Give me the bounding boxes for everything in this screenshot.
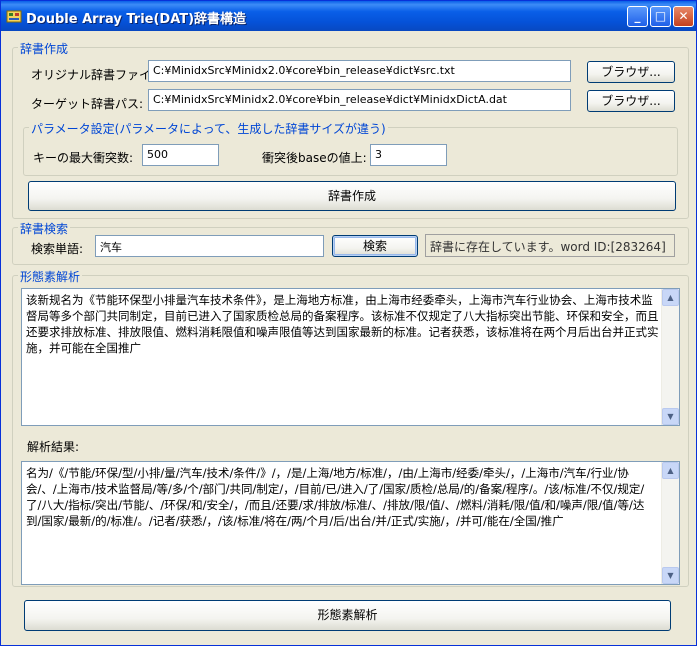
title-bar[interactable]: Double Array Trie(DAT)辞書構造 _ □ ✕ bbox=[1, 1, 696, 31]
analyze-button[interactable]: 形態素解析 bbox=[24, 600, 671, 631]
close-button[interactable]: ✕ bbox=[673, 6, 694, 27]
search-word-input[interactable]: 汽车 bbox=[95, 235, 324, 257]
original-dict-label: オリジナル辞書ファイル bbox=[31, 68, 164, 82]
close-icon: ✕ bbox=[678, 9, 689, 23]
target-dict-label: ターゲット辞書パス: bbox=[31, 97, 144, 111]
app-icon bbox=[6, 10, 22, 23]
maximize-icon: □ bbox=[654, 9, 667, 23]
morph-result-textarea[interactable]: 名为/《/节能/环保/型/小排/量/汽车/技术/条件/》/，/是/上海/地方/标… bbox=[21, 461, 680, 585]
morph-group: 形態素解析 该新规名为《节能环保型小排量汽车技术条件》，是上海地方标准，由上海市… bbox=[12, 268, 689, 587]
minimize-button[interactable]: _ bbox=[627, 6, 648, 27]
client-area: 辞書作成 オリジナル辞書ファイル C:¥MinidxSrc¥Minidx2.0¥… bbox=[5, 31, 692, 641]
morph-input-text: 该新规名为《节能环保型小排量汽车技术条件》，是上海地方标准，由上海市经委牵头，上… bbox=[26, 293, 659, 355]
search-group-title: 辞書検索 bbox=[18, 220, 71, 237]
up-arrow-icon[interactable]: ▲ bbox=[662, 462, 679, 479]
base-increment-input[interactable]: 3 bbox=[370, 144, 447, 166]
base-increment-label: 衝突後baseの値上: bbox=[262, 151, 367, 165]
search-word-label: 検索単語: bbox=[31, 242, 84, 256]
build-group-title: 辞書作成 bbox=[18, 40, 71, 57]
morph-result-text: 名为/《/节能/环保/型/小排/量/汽车/技术/条件/》/，/是/上海/地方/标… bbox=[26, 466, 645, 528]
create-dict-button[interactable]: 辞書作成 bbox=[28, 181, 676, 211]
maximize-button[interactable]: □ bbox=[650, 6, 671, 27]
minimize-icon: _ bbox=[634, 9, 641, 23]
window-title: Double Array Trie(DAT)辞書構造 bbox=[26, 12, 247, 27]
params-group-title: パラメータ設定(パラメータによって、生成した辞書サイズが違う) bbox=[29, 120, 388, 137]
max-conflict-input[interactable]: 500 bbox=[142, 144, 219, 166]
main-window: Double Array Trie(DAT)辞書構造 _ □ ✕ 辞書作成 オリ… bbox=[0, 0, 697, 646]
original-dict-input[interactable]: C:¥MinidxSrc¥Minidx2.0¥core¥bin_release¥… bbox=[148, 60, 571, 82]
browse-target-button[interactable]: ブラウザ... bbox=[587, 90, 675, 112]
input-scrollbar[interactable]: ▲ ▼ bbox=[661, 289, 679, 425]
search-group: 辞書検索 検索単語: 汽车 検索 辞書に存在しています。word ID:[283… bbox=[12, 220, 689, 265]
down-arrow-icon[interactable]: ▼ bbox=[662, 567, 679, 584]
params-group: パラメータ設定(パラメータによって、生成した辞書サイズが違う) キーの最大衝突数… bbox=[23, 120, 678, 176]
morph-input-textarea[interactable]: 该新规名为《节能环保型小排量汽车技术条件》，是上海地方标准，由上海市经委牵头，上… bbox=[21, 288, 680, 426]
search-result-status: 辞書に存在しています。word ID:[283264] bbox=[425, 234, 675, 257]
search-button[interactable]: 検索 bbox=[332, 235, 418, 257]
browse-original-button[interactable]: ブラウザ... bbox=[587, 61, 675, 83]
result-scrollbar[interactable]: ▲ ▼ bbox=[661, 462, 679, 584]
build-group: 辞書作成 オリジナル辞書ファイル C:¥MinidxSrc¥Minidx2.0¥… bbox=[12, 40, 689, 219]
down-arrow-icon[interactable]: ▼ bbox=[662, 408, 679, 425]
morph-group-title: 形態素解析 bbox=[18, 268, 83, 285]
up-arrow-icon[interactable]: ▲ bbox=[662, 289, 679, 306]
max-conflict-label: キーの最大衝突数: bbox=[33, 151, 134, 165]
target-dict-input[interactable]: C:¥MinidxSrc¥Minidx2.0¥core¥bin_release¥… bbox=[148, 89, 571, 111]
result-label: 解析結果: bbox=[27, 440, 80, 454]
